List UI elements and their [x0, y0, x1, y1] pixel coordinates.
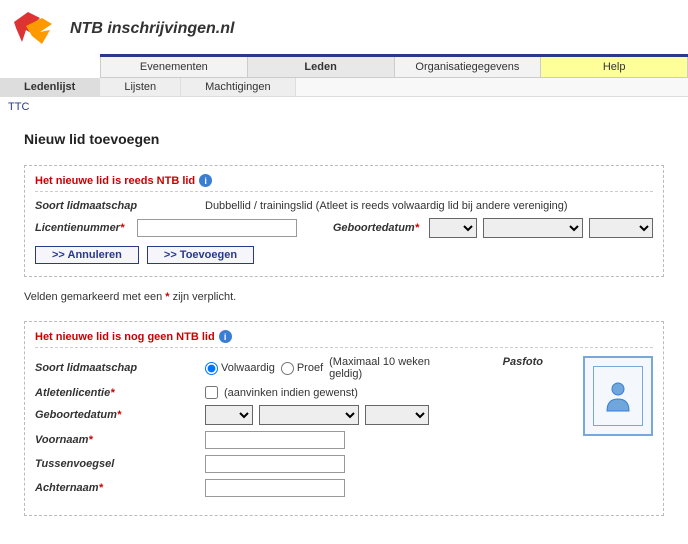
person-icon — [593, 366, 643, 426]
section1-title-row: Het nieuwe lid is reeds NTB lid i — [35, 174, 653, 192]
soort-lidmaatschap-value: Dubbellid / trainingslid (Atleet is reed… — [205, 200, 653, 212]
required-marker: * — [120, 222, 124, 234]
nav-help[interactable]: Help — [541, 57, 688, 77]
licentienummer-input[interactable] — [137, 219, 297, 237]
site-logo — [12, 8, 60, 50]
dob-day-select-1[interactable] — [429, 218, 477, 238]
achternaam-label: Achternaam — [35, 482, 99, 494]
atletenlicentie-label: Atletenlicentie — [35, 387, 110, 399]
geboortedatum-label-2: Geboortedatum — [35, 409, 117, 421]
section1-title: Het nieuwe lid is reeds NTB lid — [35, 175, 195, 187]
nav-evenementen[interactable]: Evenementen — [100, 57, 248, 77]
pasfoto-upload[interactable] — [583, 356, 653, 436]
cancel-button[interactable]: >> Annuleren — [35, 246, 139, 264]
section-new-member: Het nieuwe lid is nog geen NTB lid i Soo… — [24, 321, 664, 516]
tussenvoegsel-input[interactable] — [205, 455, 345, 473]
dob-year-select-1[interactable] — [589, 218, 653, 238]
soort-lidmaatschap-label-2: Soort lidmaatschap — [35, 362, 205, 374]
atletenlicentie-hint: (aanvinken indien gewenst) — [224, 387, 358, 399]
breadcrumb[interactable]: TTC — [0, 97, 688, 117]
main-nav: Evenementen Leden Organisatiegegevens He… — [100, 54, 688, 78]
subnav-ledenlijst[interactable]: Ledenlijst — [0, 78, 100, 96]
subnav-lijsten[interactable]: Lijsten — [100, 78, 181, 96]
radio-volwaardig-label[interactable]: Volwaardig — [205, 362, 275, 375]
radio-volwaardig[interactable] — [205, 362, 218, 375]
dob-month-select-1[interactable] — [483, 218, 583, 238]
subnav-machtigingen[interactable]: Machtigingen — [181, 78, 295, 96]
info-icon[interactable]: i — [219, 330, 232, 343]
radio-proef[interactable] — [281, 362, 294, 375]
section-existing-member: Het nieuwe lid is reeds NTB lid i Soort … — [24, 165, 664, 277]
radio-proef-label[interactable]: Proef — [281, 362, 323, 375]
pasfoto-label: Pasfoto — [503, 356, 543, 368]
site-title: NTB inschrijvingen.nl — [70, 20, 234, 38]
atletenlicentie-checkbox[interactable] — [205, 386, 218, 399]
soort-lidmaatschap-label: Soort lidmaatschap — [35, 200, 205, 212]
voornaam-label: Voornaam — [35, 434, 88, 446]
sub-nav: Ledenlijst Lijsten Machtigingen — [0, 78, 688, 97]
dob-month-select-2[interactable] — [259, 405, 359, 425]
section2-title: Het nieuwe lid is nog geen NTB lid — [35, 331, 215, 343]
header: NTB inschrijvingen.nl — [0, 0, 688, 54]
required-marker: * — [415, 222, 419, 234]
achternaam-input[interactable] — [205, 479, 345, 497]
add-button[interactable]: >> Toevoegen — [147, 246, 254, 264]
proef-hint: (Maximaal 10 weken geldig) — [329, 356, 463, 380]
nav-organisatiegegevens[interactable]: Organisatiegegevens — [395, 57, 542, 77]
tussenvoegsel-label: Tussenvoegsel — [35, 458, 205, 470]
info-icon[interactable]: i — [199, 174, 212, 187]
voornaam-input[interactable] — [205, 431, 345, 449]
dob-day-select-2[interactable] — [205, 405, 253, 425]
geboortedatum-label-1: Geboortedatum — [333, 222, 415, 234]
required-note: Velden gemarkeerd met een * zijn verplic… — [24, 291, 664, 303]
section2-title-row: Het nieuwe lid is nog geen NTB lid i — [35, 330, 653, 348]
nav-leden[interactable]: Leden — [248, 57, 395, 77]
licentienummer-label: Licentienummer — [35, 222, 120, 234]
page-title: Nieuw lid toevoegen — [24, 131, 664, 147]
dob-year-select-2[interactable] — [365, 405, 429, 425]
